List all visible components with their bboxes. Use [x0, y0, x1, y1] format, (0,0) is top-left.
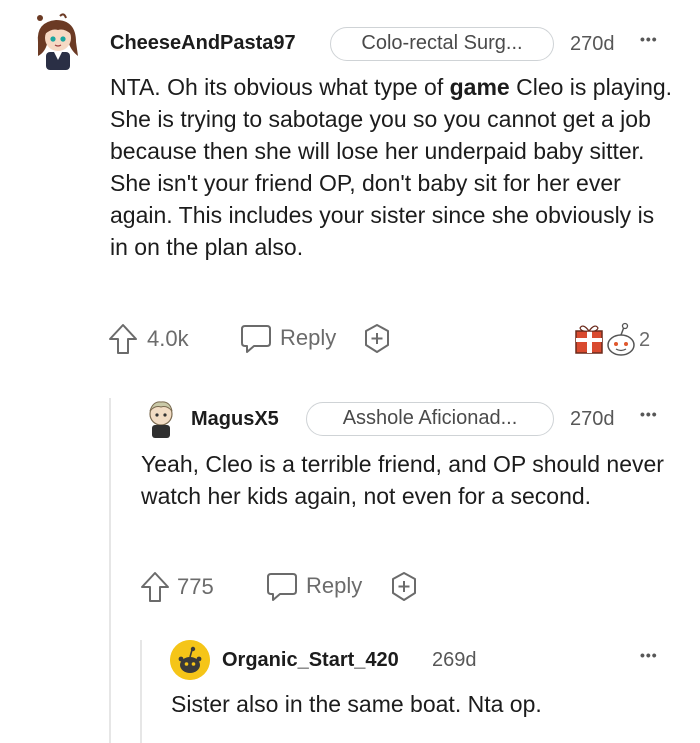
thread-line[interactable] — [109, 398, 111, 743]
gift-award-icon — [575, 322, 635, 356]
anime-avatar-icon — [37, 13, 78, 70]
comment-body: NTA. Oh its obvious what type of game Cl… — [110, 71, 675, 263]
avatar[interactable] — [143, 399, 179, 439]
comment-body: Yeah, Cleo is a terrible friend, and OP … — [141, 451, 664, 509]
comment-body: Sister also in the same boat. Nta op. — [171, 691, 542, 717]
reply-button[interactable]: Reply — [240, 321, 336, 355]
vote-count: 775 — [177, 574, 214, 599]
upvote-button[interactable]: 4.0k — [108, 322, 189, 356]
vote-count: 4.0k — [147, 326, 189, 351]
award-plus-icon — [392, 572, 416, 601]
comment-age: 269d — [432, 649, 477, 671]
reply-bubble-icon — [267, 573, 297, 601]
user-flair: Asshole Aficionad... — [306, 402, 554, 436]
reply-bubble-icon — [241, 325, 271, 353]
cartoon-avatar-icon — [149, 401, 173, 438]
thread-line[interactable] — [140, 640, 142, 743]
give-award-button[interactable] — [361, 322, 393, 356]
give-award-button[interactable] — [388, 570, 420, 604]
award-count: 2 — [639, 328, 651, 351]
avatar[interactable] — [170, 640, 210, 680]
more-options-button[interactable]: ••• — [640, 31, 658, 47]
comment-body-text: NTA. Oh its obvious what type of — [110, 74, 450, 100]
comment-author[interactable]: MagusX5 — [191, 408, 279, 431]
award-plus-icon — [365, 324, 389, 353]
comment-age: 270d — [570, 33, 615, 55]
reply-button[interactable]: Reply — [266, 569, 362, 603]
more-options-button[interactable]: ••• — [640, 647, 658, 663]
comment-body-bold: game — [449, 74, 510, 100]
upvote-button[interactable]: 775 — [140, 570, 214, 604]
more-options-button[interactable]: ••• — [640, 406, 658, 422]
reply-label: Reply — [280, 325, 337, 350]
upvote-icon — [141, 572, 169, 602]
snoo-award-icon — [607, 322, 635, 356]
comment-author[interactable]: Organic_Start_420 — [222, 649, 399, 672]
reply-label: Reply — [306, 573, 363, 598]
comment-body-text-rest: Cleo is playing. She is trying to sabota… — [110, 74, 673, 260]
comment-author[interactable]: CheeseAndPasta97 — [110, 32, 296, 55]
snoo-avatar-icon — [170, 640, 210, 680]
user-flair: Colo-rectal Surg... — [330, 27, 554, 61]
avatar[interactable] — [30, 12, 86, 74]
comment-age: 270d — [570, 408, 615, 430]
awards-received[interactable]: 2 — [573, 321, 650, 359]
upvote-icon — [109, 324, 137, 354]
